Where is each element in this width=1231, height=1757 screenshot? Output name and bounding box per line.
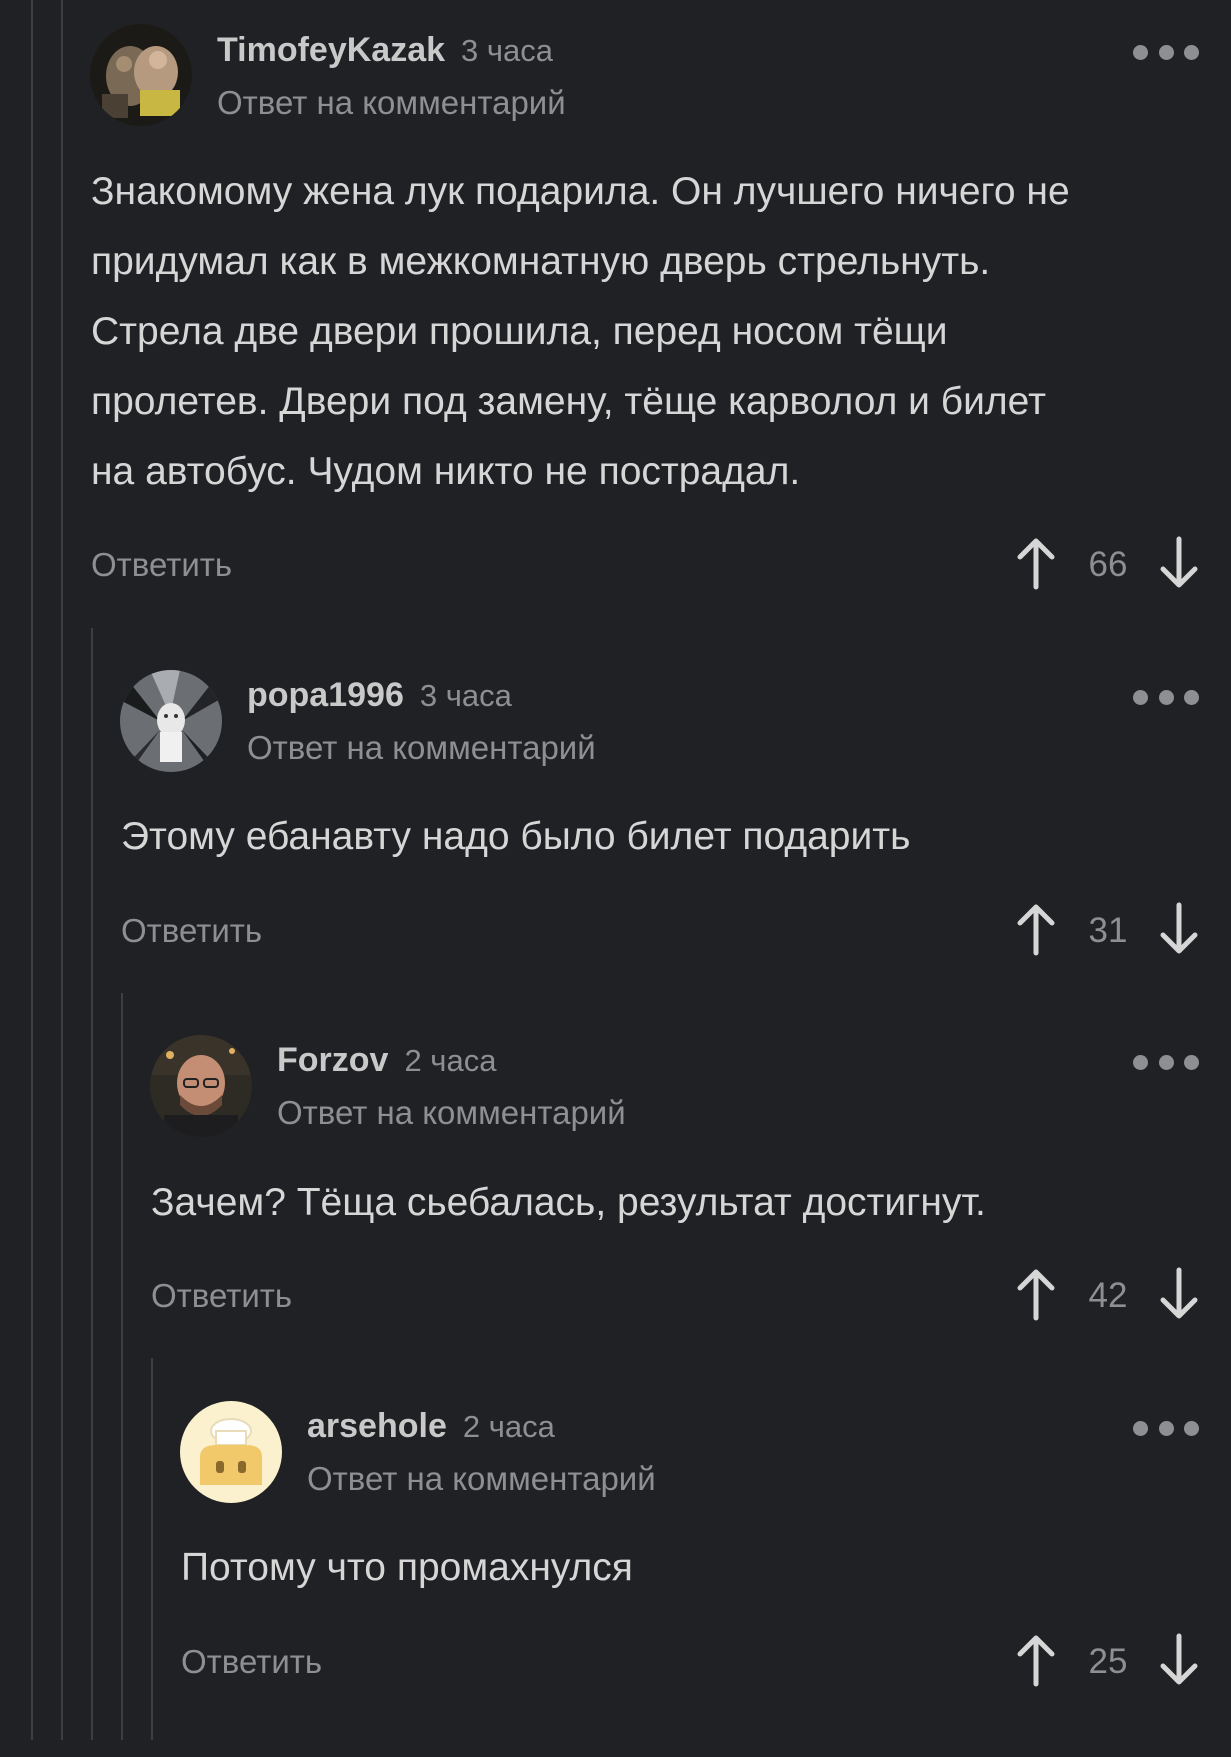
- thread-line: [61, 0, 63, 1740]
- vote-score: 42: [1088, 1276, 1128, 1315]
- comment-actions: Ответить 25: [0, 1632, 1231, 1692]
- comment-text: Зачем? Тёща сьебалась, результат достигн…: [151, 1168, 986, 1238]
- comment-username[interactable]: TimofeyKazak 3 часа: [217, 30, 553, 71]
- reply-button[interactable]: Ответить: [181, 1642, 322, 1682]
- comment-text-line: Стрела две двери прошила, перед носом тё…: [91, 310, 948, 353]
- vote-score: 66: [1088, 545, 1128, 584]
- user-avatar[interactable]: [120, 670, 222, 772]
- reply-note[interactable]: Ответ на комментарий: [217, 83, 566, 123]
- thread-line: [31, 0, 33, 1740]
- thread-line: [91, 628, 93, 1740]
- avatar-photo: [150, 1035, 252, 1137]
- username-text[interactable]: popa1996: [247, 676, 404, 714]
- arrow-up-icon[interactable]: [1012, 901, 1060, 957]
- comment-text-line: Потому что промахнулся: [181, 1546, 633, 1589]
- comment-actions: Ответить 66: [0, 535, 1231, 595]
- avatar-photo: [180, 1401, 282, 1503]
- vote-score: 25: [1088, 1642, 1128, 1681]
- arrow-up-icon[interactable]: [1012, 1632, 1060, 1688]
- user-avatar[interactable]: [180, 1401, 282, 1503]
- comment-time: 2 часа: [404, 1043, 497, 1078]
- thread-line: [121, 993, 123, 1740]
- reply-note[interactable]: Ответ на комментарий: [277, 1093, 626, 1133]
- comment-username[interactable]: popa1996 3 часа: [247, 675, 512, 716]
- comment-text-line: пролетев. Двери под замену, тёще карволо…: [91, 380, 1046, 423]
- comment-text-line: Этому ебанавту надо было билет подарить: [121, 815, 911, 858]
- arrow-up-icon[interactable]: [1012, 1266, 1060, 1322]
- arrow-down-icon[interactable]: [1155, 901, 1203, 957]
- avatar-photo: [90, 24, 192, 126]
- comment-username[interactable]: Forzov 2 часа: [277, 1040, 496, 1081]
- more-dots-icon[interactable]: [1133, 1418, 1199, 1438]
- comment-text: Этому ебанавту надо было билет подарить: [121, 802, 910, 872]
- comment-text: Потому что промахнулся: [181, 1533, 633, 1603]
- comment-time: 3 часа: [461, 33, 554, 68]
- comment-time: 2 часа: [462, 1409, 555, 1444]
- comment-actions: Ответить 42: [0, 1266, 1231, 1326]
- arrow-up-icon[interactable]: [1012, 535, 1060, 591]
- arrow-down-icon[interactable]: [1155, 1266, 1203, 1322]
- username-text[interactable]: Forzov: [277, 1041, 388, 1079]
- reply-button[interactable]: Ответить: [151, 1276, 292, 1316]
- comment-text-line: Зачем? Тёща сьебалась, результат достигн…: [151, 1181, 986, 1224]
- comment-actions: Ответить 31: [0, 901, 1231, 961]
- more-dots-icon[interactable]: [1133, 1052, 1199, 1072]
- comment-text-line: Знакомому жена лук подарила. Он лучшего …: [91, 170, 1070, 213]
- avatar-photo: [120, 670, 222, 772]
- more-dots-icon[interactable]: [1133, 687, 1199, 707]
- reply-button[interactable]: Ответить: [91, 545, 232, 585]
- comment-time: 3 часа: [419, 678, 512, 713]
- comment-text: Знакомому жена лук подарила. Он лучшего …: [91, 157, 1070, 507]
- arrow-down-icon[interactable]: [1155, 1632, 1203, 1688]
- comment-text-line: придумал как в межкомнатную дверь стрель…: [91, 240, 991, 283]
- reply-button[interactable]: Ответить: [121, 911, 262, 951]
- more-dots-icon[interactable]: [1133, 42, 1199, 62]
- user-avatar[interactable]: [90, 24, 192, 126]
- username-text[interactable]: TimofeyKazak: [217, 31, 445, 69]
- user-avatar[interactable]: [150, 1035, 252, 1137]
- comment-username[interactable]: arsehole 2 часа: [307, 1406, 555, 1447]
- reply-note[interactable]: Ответ на комментарий: [307, 1459, 656, 1499]
- reply-note[interactable]: Ответ на комментарий: [247, 728, 596, 768]
- username-text[interactable]: arsehole: [307, 1407, 447, 1445]
- arrow-down-icon[interactable]: [1155, 535, 1203, 591]
- vote-score: 31: [1088, 911, 1128, 950]
- comment-text-line: на автобус. Чудом никто не пострадал.: [91, 450, 801, 493]
